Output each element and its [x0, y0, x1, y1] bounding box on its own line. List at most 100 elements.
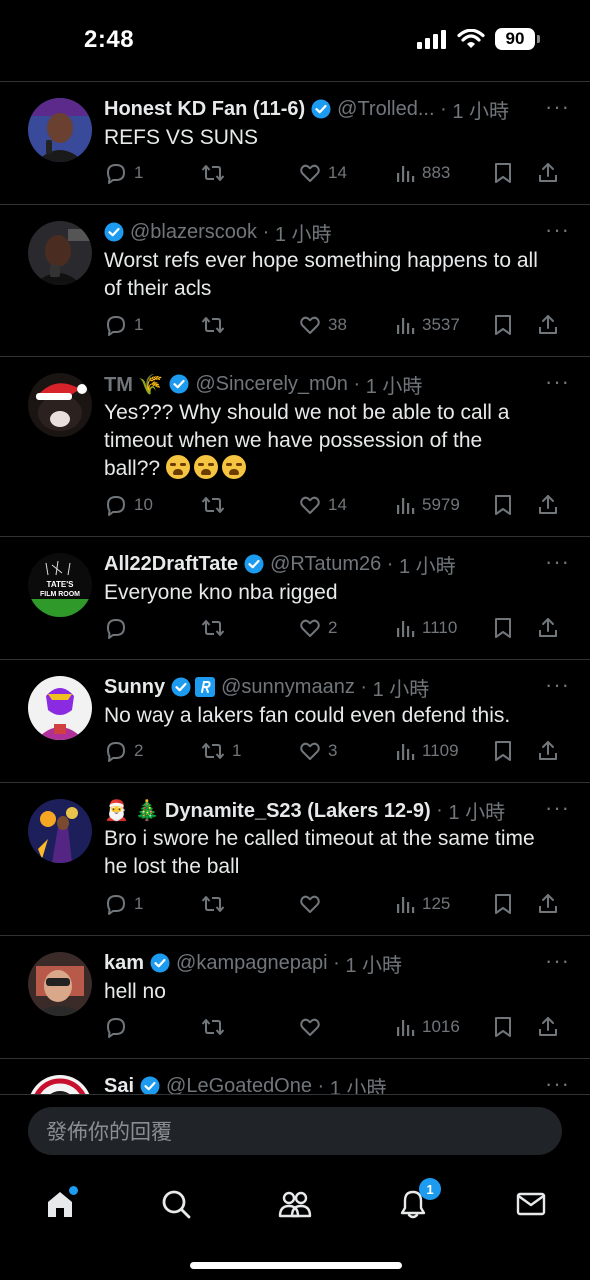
- reply-button[interactable]: 1: [104, 892, 143, 916]
- retweet-button[interactable]: [200, 493, 232, 517]
- retweet-button[interactable]: 1: [200, 739, 241, 763]
- display-name[interactable]: Honest KD Fan (11-6): [104, 98, 305, 121]
- reply-button[interactable]: 10: [104, 493, 153, 517]
- handle[interactable]: @Trolled...: [337, 98, 434, 121]
- tweet[interactable]: 🎅 🎄 Dynamite_S23 (Lakers 12-9) · 1 小時 ··…: [0, 783, 590, 936]
- avatar[interactable]: [28, 799, 92, 863]
- handle[interactable]: @sunnymaanz: [221, 676, 355, 699]
- handle[interactable]: @RTatum26: [270, 553, 381, 576]
- views-button[interactable]: 125: [394, 893, 450, 915]
- views-button[interactable]: 1016: [394, 1016, 460, 1038]
- tab-home[interactable]: [40, 1184, 80, 1224]
- retweet-button[interactable]: [200, 1015, 232, 1039]
- reply-button[interactable]: 1: [104, 313, 143, 337]
- bookmark-button[interactable]: [492, 1015, 514, 1039]
- share-button[interactable]: [536, 313, 560, 337]
- share-button[interactable]: [536, 892, 560, 916]
- like-button[interactable]: [298, 892, 328, 916]
- tweet[interactable]: @blazerscook · 1 小時 ··· Worst refs ever …: [0, 205, 590, 357]
- tweet[interactable]: Sai @LeGoatedOne · 1 小時 ···: [0, 1059, 590, 1094]
- retweet-button[interactable]: [200, 313, 232, 337]
- notifications-badge: 1: [419, 1178, 441, 1200]
- more-options-icon[interactable]: ···: [545, 549, 570, 575]
- timestamp[interactable]: 1 小時: [399, 550, 456, 579]
- tweet[interactable]: TM 🌾 @Sincerely_m0n · 1 小時 ··· Yes??? Wh…: [0, 357, 590, 537]
- handle[interactable]: @Sincerely_m0n: [195, 373, 348, 396]
- bookmark-button[interactable]: [492, 892, 514, 916]
- retweet-button[interactable]: [200, 616, 232, 640]
- tab-communities[interactable]: [275, 1184, 315, 1224]
- timestamp[interactable]: 1 小時: [366, 370, 423, 399]
- reply-button[interactable]: [104, 1015, 134, 1039]
- tweet[interactable]: kam @kampagnepapi · 1 小時 ··· hell no 101…: [0, 936, 590, 1059]
- avatar[interactable]: [28, 1075, 92, 1094]
- share-button[interactable]: [536, 1015, 560, 1039]
- more-options-icon[interactable]: ···: [545, 948, 570, 974]
- tab-messages[interactable]: [511, 1184, 551, 1224]
- retweet-icon: [200, 892, 226, 916]
- avatar[interactable]: [28, 98, 92, 162]
- bookmark-button[interactable]: [492, 739, 514, 763]
- like-button[interactable]: 38: [298, 313, 347, 337]
- tweet[interactable]: Honest KD Fan (11-6) @Trolled... · 1 小時 …: [0, 82, 590, 205]
- reply-input[interactable]: 發佈你的回覆: [28, 1107, 562, 1155]
- reply-button[interactable]: [104, 616, 134, 640]
- avatar[interactable]: TATE'S FILM ROOM: [28, 553, 92, 617]
- views-button[interactable]: 1109: [394, 740, 459, 762]
- avatar[interactable]: [28, 952, 92, 1016]
- bookmark-button[interactable]: [492, 313, 514, 337]
- tweet[interactable]: Sunny @sunnymaanz · 1 小時 ··· No way a la…: [0, 660, 590, 783]
- timestamp[interactable]: 1 小時: [452, 95, 509, 124]
- share-button[interactable]: [536, 493, 560, 517]
- views-button[interactable]: 1110: [394, 617, 457, 639]
- share-button[interactable]: [536, 616, 560, 640]
- replies-feed[interactable]: Honest KD Fan (11-6) @Trolled... · 1 小時 …: [0, 82, 590, 1094]
- like-button[interactable]: 14: [298, 161, 347, 185]
- like-button[interactable]: 3: [298, 739, 337, 763]
- like-button[interactable]: [298, 1015, 328, 1039]
- views-button[interactable]: 5979: [394, 494, 460, 516]
- tab-search[interactable]: [156, 1184, 196, 1224]
- more-options-icon[interactable]: ···: [545, 1071, 570, 1094]
- bookmark-button[interactable]: [492, 161, 514, 185]
- avatar[interactable]: [28, 221, 92, 285]
- display-name[interactable]: kam: [104, 952, 144, 975]
- avatar[interactable]: [28, 373, 92, 437]
- more-options-icon[interactable]: ···: [545, 672, 570, 698]
- tweet[interactable]: TATE'S FILM ROOM All22DraftTate @RTatum2…: [0, 537, 590, 660]
- more-options-icon[interactable]: ···: [545, 217, 570, 243]
- bookmark-button[interactable]: [492, 493, 514, 517]
- handle[interactable]: @blazerscook: [130, 221, 257, 244]
- display-name[interactable]: All22DraftTate: [104, 553, 238, 576]
- timestamp[interactable]: 1 小時: [448, 796, 505, 825]
- display-name[interactable]: TM 🌾: [104, 372, 163, 397]
- retweet-button[interactable]: [200, 161, 232, 185]
- bookmark-button[interactable]: [492, 616, 514, 640]
- reply-button[interactable]: 1: [104, 161, 143, 185]
- display-name[interactable]: 🎅 🎄 Dynamite_S23 (Lakers 12-9): [104, 798, 431, 823]
- share-button[interactable]: [536, 739, 560, 763]
- reply-button[interactable]: 2: [104, 739, 143, 763]
- home-indicator[interactable]: [190, 1262, 402, 1269]
- timestamp[interactable]: 1 小時: [275, 218, 332, 247]
- share-button[interactable]: [536, 161, 560, 185]
- verified-badge-icon: [171, 677, 191, 697]
- timestamp[interactable]: 1 小時: [330, 1072, 387, 1095]
- handle[interactable]: @kampagnepapi: [176, 952, 328, 975]
- timestamp[interactable]: 1 小時: [373, 673, 430, 702]
- views-button[interactable]: 3537: [394, 314, 460, 336]
- like-button[interactable]: 2: [298, 616, 337, 640]
- replies-count: 10: [134, 495, 153, 514]
- like-button[interactable]: 14: [298, 493, 347, 517]
- display-name[interactable]: Sai: [104, 1075, 134, 1095]
- tab-notifications[interactable]: 1: [393, 1178, 441, 1224]
- display-name[interactable]: Sunny: [104, 676, 165, 699]
- handle[interactable]: @LeGoatedOne: [166, 1075, 312, 1095]
- avatar[interactable]: [28, 676, 92, 740]
- timestamp[interactable]: 1 小時: [345, 949, 402, 978]
- more-options-icon[interactable]: ···: [545, 94, 570, 120]
- more-options-icon[interactable]: ···: [545, 795, 570, 821]
- more-options-icon[interactable]: ···: [545, 369, 570, 395]
- views-button[interactable]: 883: [394, 162, 450, 184]
- retweet-button[interactable]: [200, 892, 232, 916]
